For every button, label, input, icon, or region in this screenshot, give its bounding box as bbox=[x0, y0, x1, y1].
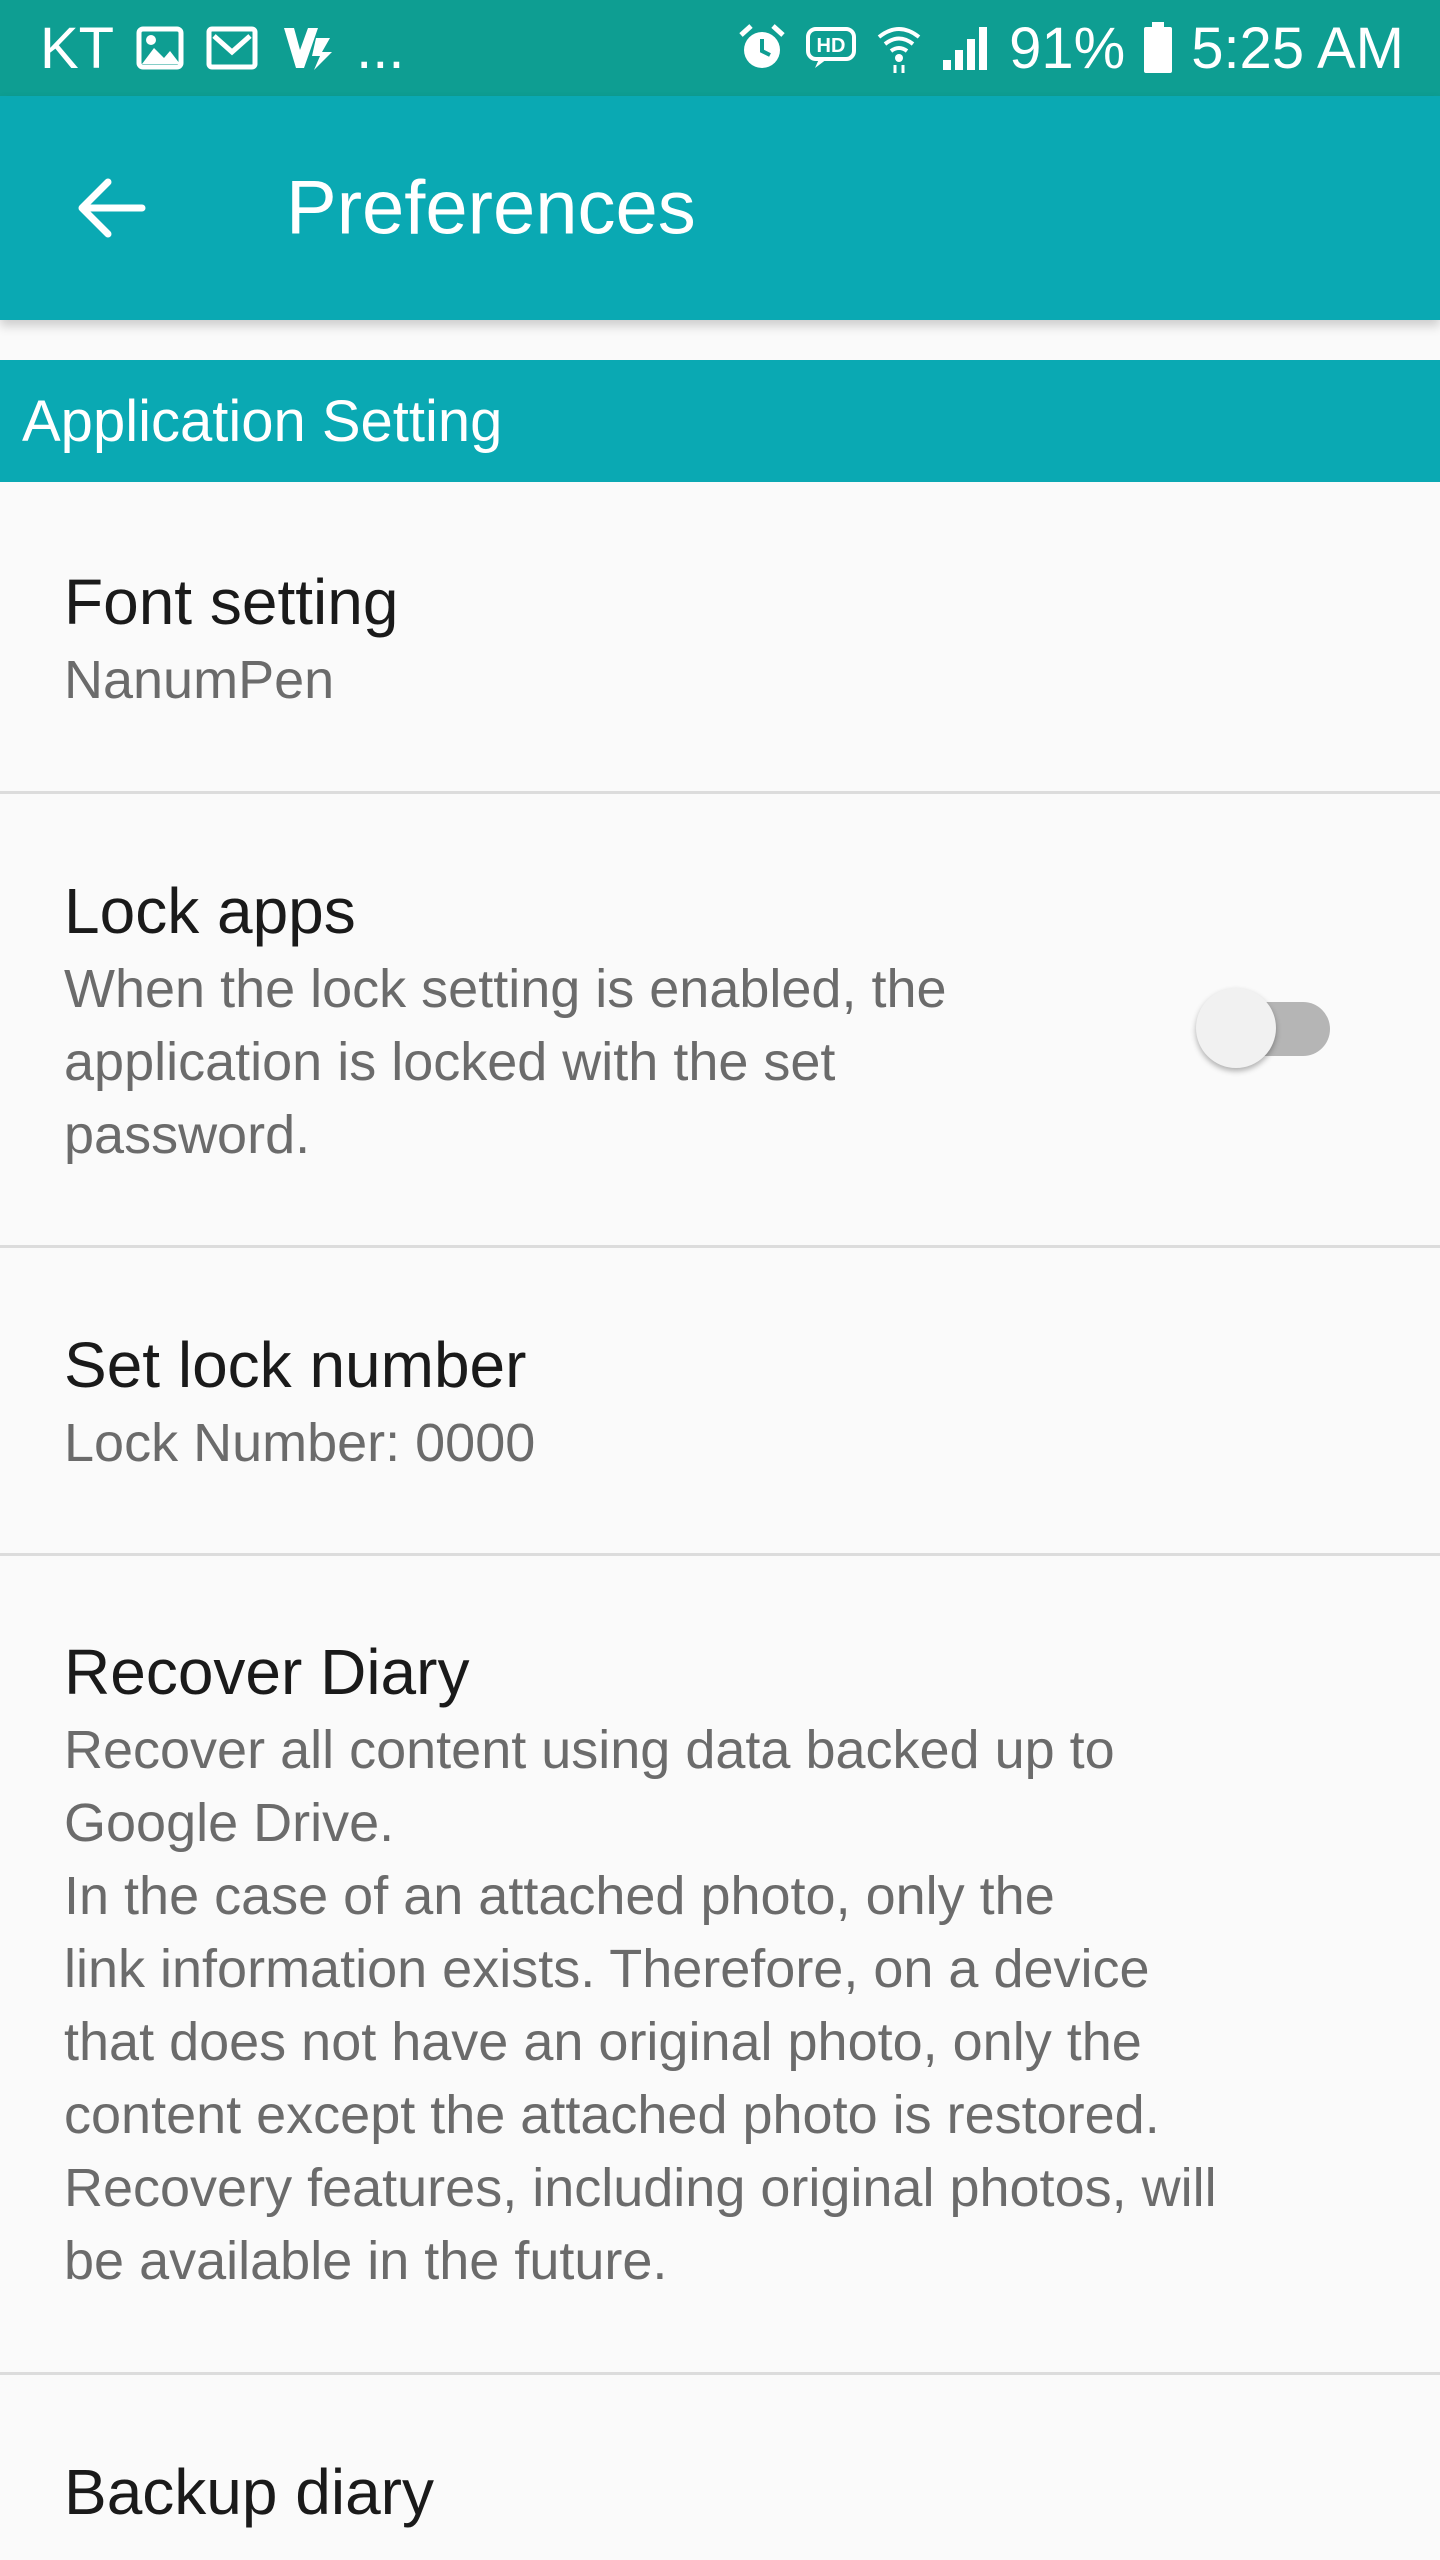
wifi-icon bbox=[875, 18, 923, 78]
svg-text:HD: HD bbox=[817, 35, 846, 57]
app-notification-icon bbox=[280, 18, 334, 78]
hd-voice-icon: HD bbox=[805, 18, 857, 78]
pref-font-setting[interactable]: Font setting NanumPen bbox=[0, 560, 1440, 717]
overflow-indicator: ... bbox=[356, 15, 405, 81]
pref-recover-diary[interactable]: Recover Diary Recover all content using … bbox=[0, 1630, 1440, 2298]
image-icon bbox=[136, 18, 184, 78]
app-bar: Preferences bbox=[0, 96, 1440, 320]
pref-summary: Recover all content using data backed up… bbox=[64, 1720, 1217, 2291]
back-button[interactable] bbox=[60, 156, 164, 260]
pref-summary: Lock Number: 0000 bbox=[64, 1413, 536, 1473]
pref-title: Set lock number bbox=[64, 1329, 527, 1401]
divider bbox=[0, 791, 1440, 794]
pref-title: Font setting bbox=[64, 566, 399, 638]
lock-apps-toggle[interactable] bbox=[1196, 976, 1336, 1068]
status-bar: KT ... HD 91% 5:25 AM bbox=[0, 0, 1440, 96]
pref-title: Lock apps bbox=[64, 875, 356, 947]
pref-title: Backup diary bbox=[64, 2456, 434, 2528]
pref-summary: NanumPen bbox=[64, 650, 335, 710]
signal-icon bbox=[941, 18, 991, 78]
arrow-back-icon bbox=[78, 178, 146, 238]
pref-summary: When the lock setting is enabled, the ap… bbox=[64, 959, 947, 1165]
alarm-icon bbox=[737, 18, 787, 78]
divider bbox=[0, 1245, 1440, 1248]
toggle-thumb bbox=[1196, 988, 1276, 1068]
carrier-label: KT bbox=[40, 15, 115, 81]
battery-icon bbox=[1143, 18, 1173, 78]
status-bar-left: KT ... bbox=[40, 15, 404, 82]
page-title: Preferences bbox=[286, 165, 696, 251]
pref-backup-diary[interactable]: Backup diary bbox=[0, 2450, 1440, 2534]
clock: 5:25 AM bbox=[1191, 15, 1404, 81]
mail-icon bbox=[206, 18, 258, 78]
battery-percent: 91% bbox=[1009, 15, 1126, 81]
pref-set-lock-number[interactable]: Set lock number Lock Number: 0000 bbox=[0, 1323, 1440, 1480]
section-header: Application Setting bbox=[0, 360, 1440, 482]
status-bar-right: HD 91% 5:25 AM bbox=[737, 15, 1404, 82]
divider bbox=[0, 1553, 1440, 1556]
divider bbox=[0, 2372, 1440, 2375]
pref-title: Recover Diary bbox=[64, 1636, 470, 1708]
